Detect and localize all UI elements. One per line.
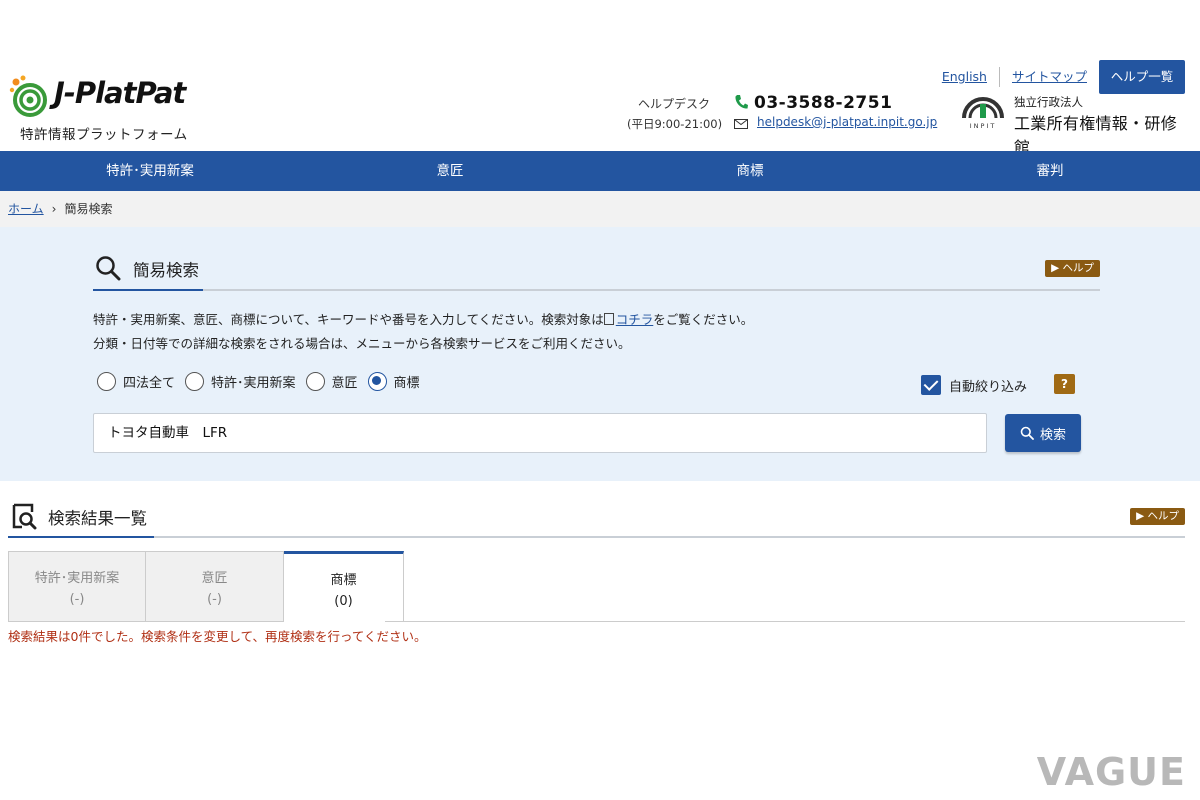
tab-patent-count: (-) — [69, 592, 85, 607]
tab-trademark[interactable]: 商標 (0) — [284, 551, 404, 622]
desc1-tail: をご覧ください。 — [653, 312, 754, 327]
tab-trademark-label: 商標 — [330, 573, 357, 588]
radio-patent-label: 特許･実用新案 — [211, 375, 296, 391]
auto-filter-checkbox[interactable] — [921, 375, 941, 395]
document-icon — [603, 313, 614, 325]
breadcrumb: ホーム › 簡易検索 — [0, 191, 1200, 227]
results-search-icon — [12, 503, 37, 530]
helpdesk-phone: 03-3588-2751 — [754, 93, 893, 113]
radio-trademark-circle[interactable] — [367, 371, 387, 391]
search-help-button[interactable]: ▶ ヘルプ — [1045, 260, 1100, 277]
radio-trademark[interactable]: 商標 — [367, 371, 420, 391]
helpdesk-label: ヘルプデスク — [638, 97, 711, 111]
nav-item-trademark[interactable]: 商標 — [600, 151, 900, 191]
english-link[interactable]: English — [930, 67, 999, 87]
results-title-underline — [8, 536, 154, 538]
tab-patent[interactable]: 特許･実用新案 (-) — [8, 551, 146, 622]
results-tabs: 特許･実用新案 (-) 意匠 (-) 商標 (0) — [8, 551, 404, 622]
nav-item-patent[interactable]: 特許･実用新案 — [0, 151, 300, 191]
inpit-mark-icon: INPIT — [962, 97, 1004, 130]
tab-trademark-count: (0) — [334, 594, 353, 609]
logo-subtitle: 特許情報プラットフォーム — [20, 127, 188, 143]
nav-item-trial[interactable]: 審判 — [900, 151, 1200, 191]
search-button[interactable]: 検索 — [1005, 414, 1081, 452]
helpdesk-email-link[interactable]: helpdesk@j-platpat.inpit.go.jp — [757, 115, 937, 129]
phone-icon — [735, 95, 748, 109]
breadcrumb-separator: › — [51, 202, 57, 216]
main-nav: 特許･実用新案 意匠 商標 審判 — [0, 151, 1200, 191]
tab-patent-label: 特許･実用新案 — [34, 571, 120, 586]
top-links: English サイトマップ ヘルプ一覧 — [930, 60, 1185, 94]
tab-design-label: 意匠 — [201, 571, 228, 586]
radio-trademark-label: 商標 — [393, 375, 420, 391]
keyword-search-input[interactable]: トヨタ自動車 LFR — [93, 413, 987, 453]
search-description-2: 分類・日付等での詳細な検索をされる場合は、メニューから各検索サービスをご利用くだ… — [93, 336, 631, 351]
search-title: 簡易検索 — [133, 261, 199, 280]
search-title-row: 簡易検索 ▶ ヘルプ — [93, 253, 1100, 291]
breadcrumb-home-link[interactable]: ホーム — [8, 202, 44, 216]
search-button-icon — [1020, 426, 1034, 440]
results-title-row: 検索結果一覧 ▶ ヘルプ — [8, 502, 1185, 538]
tab-design-count: (-) — [207, 592, 222, 607]
inpit-mark-text: INPIT — [970, 122, 997, 130]
org-type: 独立行政法人 — [1014, 95, 1083, 109]
search-description-1: 特許・実用新案、意匠、商標について、キーワードや番号を入力してください。検索対象… — [93, 309, 753, 328]
results-title: 検索結果一覧 — [48, 509, 147, 528]
watermark: VAGUE — [1036, 750, 1186, 794]
simple-search-panel: 簡易検索 ▶ ヘルプ 特許・実用新案、意匠、商標について、キーワードや番号を入力… — [0, 227, 1200, 481]
tab-design[interactable]: 意匠 (-) — [146, 551, 284, 622]
auto-filter-label: 自動絞り込み — [949, 379, 1028, 395]
inpit-logo[interactable]: INPIT 独立行政法人 工業所有権情報・研修館 — [960, 94, 1190, 157]
tabs-baseline — [385, 621, 1185, 622]
radio-patent[interactable]: 特許･実用新案 — [185, 371, 296, 391]
nav-item-design[interactable]: 意匠 — [300, 151, 600, 191]
search-button-label: 検索 — [1039, 427, 1066, 443]
auto-filter-help-icon[interactable]: ? — [1054, 374, 1075, 394]
breadcrumb-current: 簡易検索 — [64, 202, 113, 216]
sitemap-link[interactable]: サイトマップ — [1000, 67, 1099, 87]
header: J-PlatPat 特許情報プラットフォーム English サイトマップ ヘル… — [0, 0, 1200, 157]
auto-filter-toggle[interactable]: 自動絞り込み — [921, 375, 1027, 395]
radio-all-four-laws-label: 四法全て — [123, 375, 176, 391]
radio-design-label: 意匠 — [331, 375, 358, 391]
search-help-label: ヘルプ — [1062, 262, 1095, 274]
helpdesk-hours: (平日9:00-21:00) — [627, 117, 723, 131]
results-help-button[interactable]: ▶ ヘルプ — [1130, 508, 1185, 525]
desc1-text: 特許・実用新案、意匠、商標について、キーワードや番号を入力してください。検索対象… — [93, 312, 604, 327]
no-results-message: 検索結果は0件でした。検索条件を変更して、再度検索を行ってください。 — [8, 629, 427, 644]
search-target-link[interactable]: コチラ — [616, 312, 654, 327]
helpdesk-info: ヘルプデスク (平日9:00-21:00) 03-3588-2751 helpd… — [622, 93, 942, 134]
mail-icon — [734, 119, 748, 129]
results-help-label: ヘルプ — [1147, 510, 1180, 522]
title-underline — [93, 289, 203, 291]
radio-patent-circle[interactable] — [185, 371, 205, 391]
law-type-radios: 四法全て 特許･実用新案 意匠 商標 — [97, 370, 430, 392]
help-list-button[interactable]: ヘルプ一覧 — [1099, 60, 1185, 94]
site-logo[interactable]: J-PlatPat 特許情報プラットフォーム — [8, 72, 208, 143]
radio-all-four-laws-circle[interactable] — [97, 371, 116, 391]
radio-all-four-laws[interactable]: 四法全て — [97, 371, 176, 391]
radio-design-circle[interactable] — [305, 371, 325, 391]
logo-text: J-PlatPat — [54, 76, 186, 110]
logo-mark-icon — [9, 75, 47, 117]
radio-design[interactable]: 意匠 — [305, 371, 358, 391]
search-icon — [96, 256, 121, 281]
